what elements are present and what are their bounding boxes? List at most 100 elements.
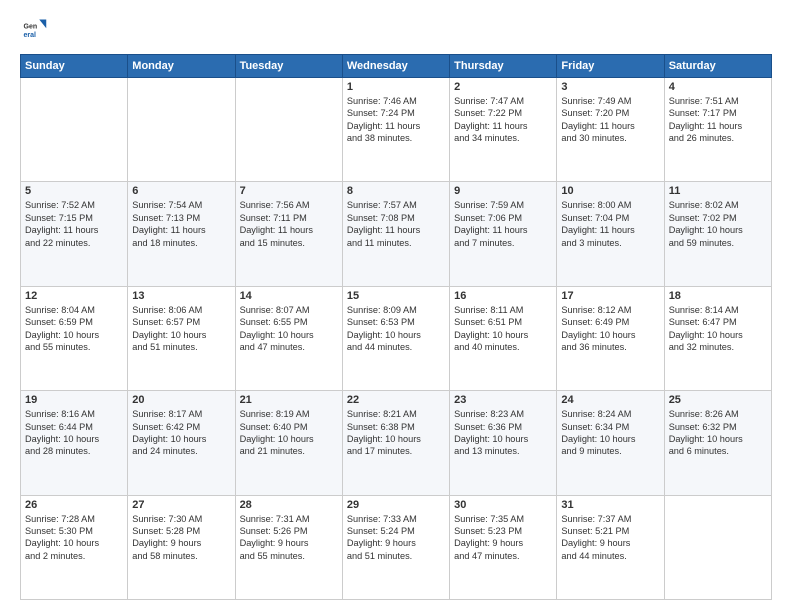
day-number: 24 [561,394,659,406]
day-info: Sunrise: 7:33 AM Sunset: 5:24 PM Dayligh… [347,513,445,563]
calendar-week-4: 19 Sunrise: 8:16 AM Sunset: 6:44 PM Dayli… [21,391,772,495]
day-number: 23 [454,394,552,406]
day-info: Sunrise: 7:47 AM Sunset: 7:22 PM Dayligh… [454,95,552,145]
calendar-cell: 1 Sunrise: 7:46 AM Sunset: 7:24 PM Daylig… [342,78,449,182]
calendar-week-1: 1 Sunrise: 7:46 AM Sunset: 7:24 PM Daylig… [21,78,772,182]
svg-text:Gen: Gen [24,23,38,30]
col-header-thursday: Thursday [450,55,557,78]
day-info: Sunrise: 8:07 AM Sunset: 6:55 PM Dayligh… [240,304,338,354]
day-number: 29 [347,499,445,511]
day-number: 22 [347,394,445,406]
col-header-friday: Friday [557,55,664,78]
calendar-cell: 17 Sunrise: 8:12 AM Sunset: 6:49 PM Dayli… [557,286,664,390]
day-info: Sunrise: 7:49 AM Sunset: 7:20 PM Dayligh… [561,95,659,145]
day-number: 17 [561,290,659,302]
day-info: Sunrise: 8:00 AM Sunset: 7:04 PM Dayligh… [561,199,659,249]
day-info: Sunrise: 7:59 AM Sunset: 7:06 PM Dayligh… [454,199,552,249]
calendar-cell: 25Sunrise: 8:26 AM Sunset: 6:32 PM Dayli… [664,391,771,495]
day-info: Sunrise: 8:17 AM Sunset: 6:42 PM Dayligh… [132,408,230,458]
calendar-cell: 26Sunrise: 7:28 AM Sunset: 5:30 PM Dayli… [21,495,128,599]
calendar-cell [235,78,342,182]
day-number: 8 [347,185,445,197]
day-number: 5 [25,185,123,197]
calendar-cell: 10 Sunrise: 8:00 AM Sunset: 7:04 PM Dayli… [557,182,664,286]
day-number: 10 [561,185,659,197]
day-number: 13 [132,290,230,302]
calendar-cell: 11 Sunrise: 8:02 AM Sunset: 7:02 PM Dayli… [664,182,771,286]
day-info: Sunrise: 8:24 AM Sunset: 6:34 PM Dayligh… [561,408,659,458]
day-number: 25 [669,394,767,406]
calendar-cell: 14 Sunrise: 8:07 AM Sunset: 6:55 PM Dayli… [235,286,342,390]
calendar-cell: 23Sunrise: 8:23 AM Sunset: 6:36 PM Dayli… [450,391,557,495]
calendar-cell: 5Sunrise: 7:52 AM Sunset: 7:15 PM Daylig… [21,182,128,286]
calendar-cell: 31 Sunrise: 7:37 AM Sunset: 5:21 PM Dayli… [557,495,664,599]
calendar-cell: 9 Sunrise: 7:59 AM Sunset: 7:06 PM Daylig… [450,182,557,286]
day-info: Sunrise: 8:04 AM Sunset: 6:59 PM Dayligh… [25,304,123,354]
calendar-cell: 21Sunrise: 8:19 AM Sunset: 6:40 PM Dayli… [235,391,342,495]
calendar-week-5: 26Sunrise: 7:28 AM Sunset: 5:30 PM Dayli… [21,495,772,599]
day-number: 14 [240,290,338,302]
calendar-table: SundayMondayTuesdayWednesdayThursdayFrid… [20,54,772,600]
day-info: Sunrise: 7:51 AM Sunset: 7:17 PM Dayligh… [669,95,767,145]
day-number: 19 [25,394,123,406]
day-number: 9 [454,185,552,197]
calendar-cell: 20 Sunrise: 8:17 AM Sunset: 6:42 PM Dayli… [128,391,235,495]
day-info: Sunrise: 8:16 AM Sunset: 6:44 PM Dayligh… [25,408,123,458]
day-number: 20 [132,394,230,406]
calendar-cell: 2 Sunrise: 7:47 AM Sunset: 7:22 PM Daylig… [450,78,557,182]
day-info: Sunrise: 8:06 AM Sunset: 6:57 PM Dayligh… [132,304,230,354]
calendar-header-row: SundayMondayTuesdayWednesdayThursdayFrid… [21,55,772,78]
day-number: 7 [240,185,338,197]
day-info: Sunrise: 8:14 AM Sunset: 6:47 PM Dayligh… [669,304,767,354]
day-info: Sunrise: 8:12 AM Sunset: 6:49 PM Dayligh… [561,304,659,354]
day-info: Sunrise: 8:02 AM Sunset: 7:02 PM Dayligh… [669,199,767,249]
calendar-cell [664,495,771,599]
calendar-cell: 6Sunrise: 7:54 AM Sunset: 7:13 PM Daylig… [128,182,235,286]
day-number: 31 [561,499,659,511]
calendar-cell: 30 Sunrise: 7:35 AM Sunset: 5:23 PM Dayli… [450,495,557,599]
day-info: Sunrise: 8:11 AM Sunset: 6:51 PM Dayligh… [454,304,552,354]
logo: Gen eral [20,16,52,44]
day-info: Sunrise: 7:31 AM Sunset: 5:26 PM Dayligh… [240,513,338,563]
calendar-cell: 7 Sunrise: 7:56 AM Sunset: 7:11 PM Daylig… [235,182,342,286]
day-info: Sunrise: 7:30 AM Sunset: 5:28 PM Dayligh… [132,513,230,563]
calendar-cell: 29 Sunrise: 7:33 AM Sunset: 5:24 PM Dayli… [342,495,449,599]
day-number: 1 [347,81,445,93]
day-number: 11 [669,185,767,197]
calendar-cell: 12 Sunrise: 8:04 AM Sunset: 6:59 PM Dayli… [21,286,128,390]
day-info: Sunrise: 7:46 AM Sunset: 7:24 PM Dayligh… [347,95,445,145]
col-header-sunday: Sunday [21,55,128,78]
calendar-cell: 8Sunrise: 7:57 AM Sunset: 7:08 PM Daylig… [342,182,449,286]
calendar-week-2: 5Sunrise: 7:52 AM Sunset: 7:15 PM Daylig… [21,182,772,286]
col-header-monday: Monday [128,55,235,78]
calendar-cell: 16Sunrise: 8:11 AM Sunset: 6:51 PM Dayli… [450,286,557,390]
col-header-wednesday: Wednesday [342,55,449,78]
day-info: Sunrise: 7:56 AM Sunset: 7:11 PM Dayligh… [240,199,338,249]
day-info: Sunrise: 7:35 AM Sunset: 5:23 PM Dayligh… [454,513,552,563]
day-number: 3 [561,81,659,93]
day-number: 12 [25,290,123,302]
day-number: 27 [132,499,230,511]
calendar-cell: 15 Sunrise: 8:09 AM Sunset: 6:53 PM Dayli… [342,286,449,390]
calendar-cell: 28 Sunrise: 7:31 AM Sunset: 5:26 PM Dayli… [235,495,342,599]
day-number: 30 [454,499,552,511]
day-info: Sunrise: 7:37 AM Sunset: 5:21 PM Dayligh… [561,513,659,563]
calendar-cell: 19 Sunrise: 8:16 AM Sunset: 6:44 PM Dayli… [21,391,128,495]
calendar-cell: 13 Sunrise: 8:06 AM Sunset: 6:57 PM Dayli… [128,286,235,390]
svg-text:eral: eral [24,32,37,39]
day-number: 15 [347,290,445,302]
day-number: 28 [240,499,338,511]
day-number: 26 [25,499,123,511]
calendar-cell: 27 Sunrise: 7:30 AM Sunset: 5:28 PM Dayli… [128,495,235,599]
day-number: 21 [240,394,338,406]
calendar-cell: 18Sunrise: 8:14 AM Sunset: 6:47 PM Dayli… [664,286,771,390]
calendar-cell: 4Sunrise: 7:51 AM Sunset: 7:17 PM Daylig… [664,78,771,182]
calendar-cell [21,78,128,182]
calendar-cell: 3 Sunrise: 7:49 AM Sunset: 7:20 PM Daylig… [557,78,664,182]
col-header-saturday: Saturday [664,55,771,78]
day-number: 6 [132,185,230,197]
day-number: 2 [454,81,552,93]
calendar-cell: 22Sunrise: 8:21 AM Sunset: 6:38 PM Dayli… [342,391,449,495]
page-header: Gen eral [20,16,772,44]
day-info: Sunrise: 8:09 AM Sunset: 6:53 PM Dayligh… [347,304,445,354]
